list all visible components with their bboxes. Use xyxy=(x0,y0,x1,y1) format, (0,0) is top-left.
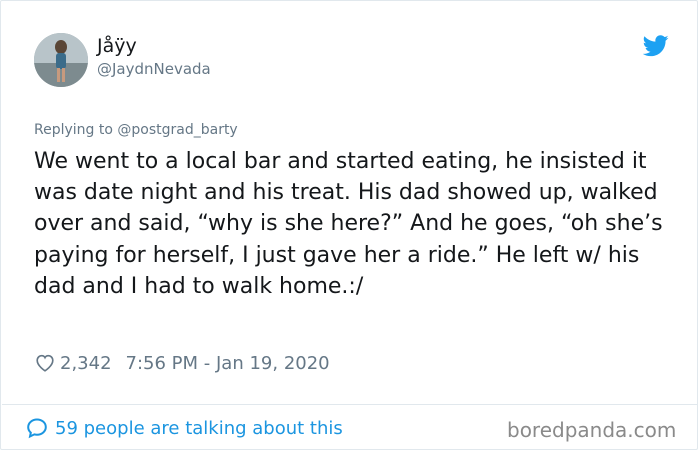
avatar[interactable] xyxy=(34,33,88,87)
replying-to[interactable]: Replying to @postgrad_barty xyxy=(34,122,238,138)
display-name[interactable]: Jåÿy xyxy=(97,35,137,57)
tweet-timestamp[interactable]: 7:56 PM - Jan 19, 2020 xyxy=(126,353,330,374)
talking-about-link[interactable]: 59 people are talking about this xyxy=(25,416,343,440)
speech-bubble-icon xyxy=(27,418,47,439)
watermark: boredpanda.com xyxy=(507,418,677,442)
tweet-card: Jåÿy @JaydnNevada Replying to @postgrad_… xyxy=(0,0,698,450)
tweet-meta: 2,342 7:56 PM - Jan 19, 2020 xyxy=(34,352,330,374)
twitter-bird-icon[interactable] xyxy=(643,35,669,57)
tweet-text: We went to a local bar and started eatin… xyxy=(34,149,663,299)
like-count[interactable]: 2,342 xyxy=(60,353,112,374)
heart-icon[interactable] xyxy=(34,352,56,374)
user-handle[interactable]: @JaydnNevada xyxy=(97,60,211,78)
divider xyxy=(2,404,698,405)
talking-label[interactable]: 59 people are talking about this xyxy=(55,418,343,439)
